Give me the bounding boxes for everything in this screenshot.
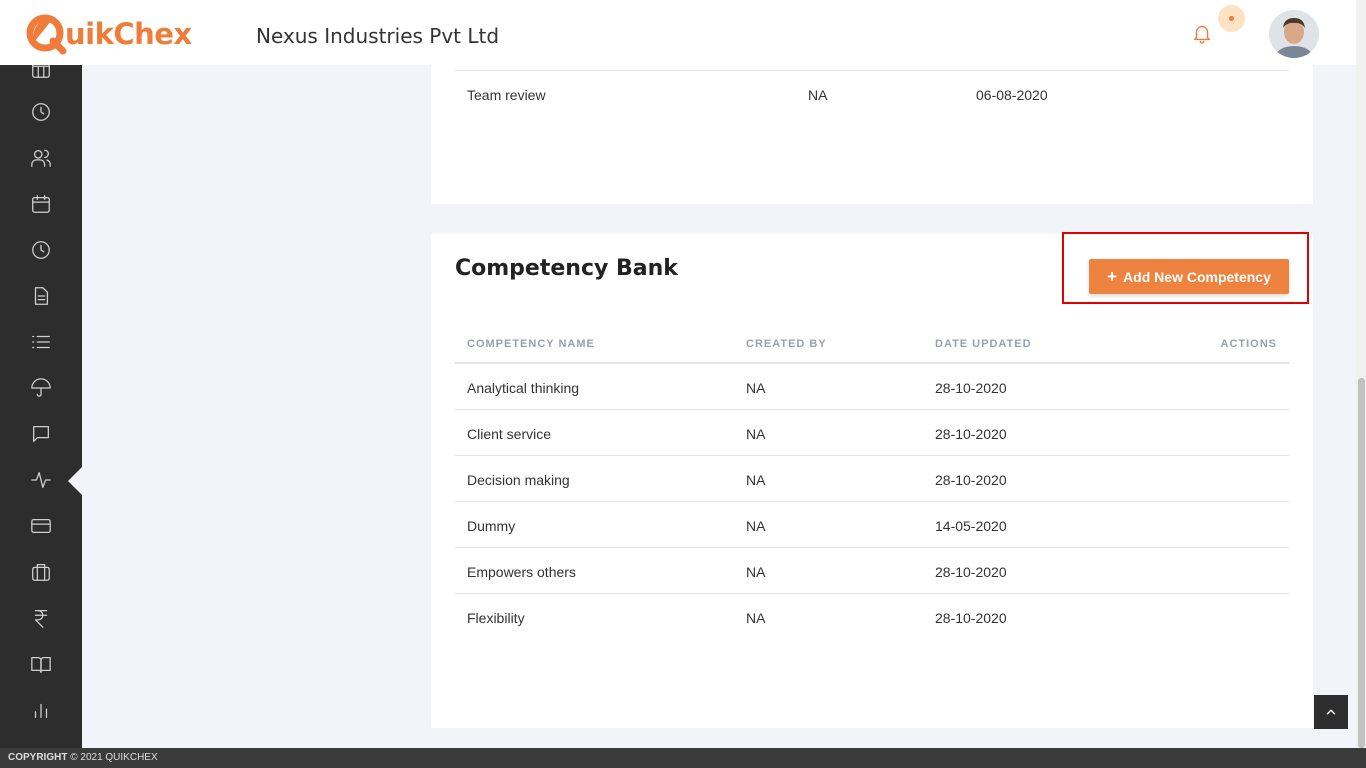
table-row[interactable]: Client service NA 28-10-2020 [455, 410, 1289, 456]
company-name: Nexus Industries Pvt Ltd [256, 24, 500, 48]
quikchex-logo[interactable]: uikChex [25, 9, 200, 55]
logo-q-icon [26, 14, 67, 55]
prev-row-date: 06-08-2020 [976, 87, 1048, 103]
column-header-date[interactable]: DATE UPDATED [935, 338, 1032, 350]
table-row[interactable]: Decision making NA 28-10-2020 [455, 456, 1289, 502]
book-icon[interactable] [30, 653, 52, 675]
plus-icon: + [1107, 267, 1118, 286]
calendar-icon[interactable] [30, 193, 52, 215]
created-by: NA [746, 518, 766, 534]
add-new-competency-button[interactable]: + Add New Competency [1089, 259, 1289, 294]
sidebar [0, 0, 82, 748]
bell-icon[interactable] [1191, 22, 1213, 44]
rupee-icon[interactable] [30, 607, 52, 629]
date-updated: 14-05-2020 [935, 518, 1007, 534]
document-icon[interactable] [30, 285, 52, 307]
logo-text: uikChex [65, 17, 192, 51]
table-row[interactable]: Empowers others NA 28-10-2020 [455, 548, 1289, 594]
date-updated: 28-10-2020 [935, 380, 1007, 396]
created-by: NA [746, 610, 766, 626]
top-header: uikChex Nexus Industries Pvt Ltd [0, 0, 1356, 65]
competency-name: Dummy [467, 518, 516, 534]
credit-card-icon[interactable] [30, 515, 52, 537]
prev-row-name: Team review [467, 87, 546, 103]
date-updated: 28-10-2020 [935, 472, 1007, 488]
briefcase-icon[interactable] [30, 561, 52, 583]
bar-chart-icon[interactable] [30, 699, 52, 721]
competency-name: Empowers others [467, 564, 576, 580]
competency-bank-card: Competency Bank + Add New Competency COM… [431, 232, 1313, 728]
competency-table: COMPETENCY NAME CREATED BY DATE UPDATED … [455, 324, 1289, 640]
add-button-label: Add New Competency [1123, 268, 1271, 285]
umbrella-icon[interactable] [30, 377, 52, 399]
date-updated: 28-10-2020 [935, 610, 1007, 626]
column-header-created-by[interactable]: CREATED BY [746, 338, 827, 350]
created-by: NA [746, 426, 766, 442]
row-divider [455, 70, 1289, 71]
users-icon[interactable] [30, 147, 52, 169]
footer: COPYRIGHT © 2021 QUIKCHEX [0, 748, 1366, 768]
column-header-name[interactable]: COMPETENCY NAME [467, 338, 595, 350]
copyright-label: COPYRIGHT [8, 752, 68, 763]
avatar[interactable] [1269, 10, 1319, 58]
column-header-actions: ACTIONS [1220, 338, 1277, 350]
table-row[interactable]: Flexibility NA 28-10-2020 [455, 594, 1289, 640]
notification-badge[interactable] [1218, 5, 1245, 32]
created-by: NA [746, 472, 766, 488]
active-indicator [68, 467, 82, 495]
page-title: Competency Bank [455, 256, 678, 281]
date-updated: 28-10-2020 [935, 564, 1007, 580]
clock-icon[interactable] [30, 101, 52, 123]
competency-name: Client service [467, 426, 552, 442]
table-header: COMPETENCY NAME CREATED BY DATE UPDATED … [455, 324, 1289, 364]
table-row[interactable]: Analytical thinking NA 28-10-2020 [455, 364, 1289, 410]
competency-name: Analytical thinking [467, 380, 580, 396]
prev-row-created-by: NA [808, 87, 828, 103]
created-by: NA [746, 380, 766, 396]
competency-name: Flexibility [467, 610, 525, 626]
table-row[interactable]: Dummy NA 14-05-2020 [455, 502, 1289, 548]
copyright-text: © 2021 QUIKCHEX [70, 752, 158, 763]
time-icon[interactable] [30, 239, 52, 261]
chat-icon[interactable] [30, 423, 52, 445]
created-by: NA [746, 564, 766, 580]
back-to-top-button[interactable] [1314, 695, 1348, 729]
activity-icon[interactable] [30, 469, 52, 491]
scrollbar-thumb[interactable] [1358, 378, 1365, 748]
chevron-up-icon [1326, 709, 1336, 715]
competency-name: Decision making [467, 472, 570, 488]
list-icon[interactable] [30, 331, 52, 353]
date-updated: 28-10-2020 [935, 426, 1007, 442]
